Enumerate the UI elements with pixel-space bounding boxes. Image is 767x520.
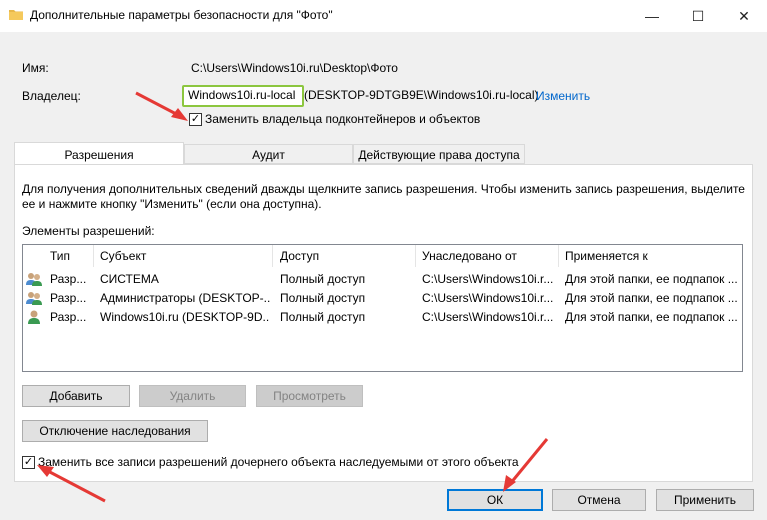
annotation-arrows	[37, 91, 549, 503]
arrow-owner-checkbox-icon	[135, 91, 181, 118]
arrow-ok-button-icon	[508, 438, 549, 485]
arrow-child-checkbox-icon	[45, 468, 106, 503]
